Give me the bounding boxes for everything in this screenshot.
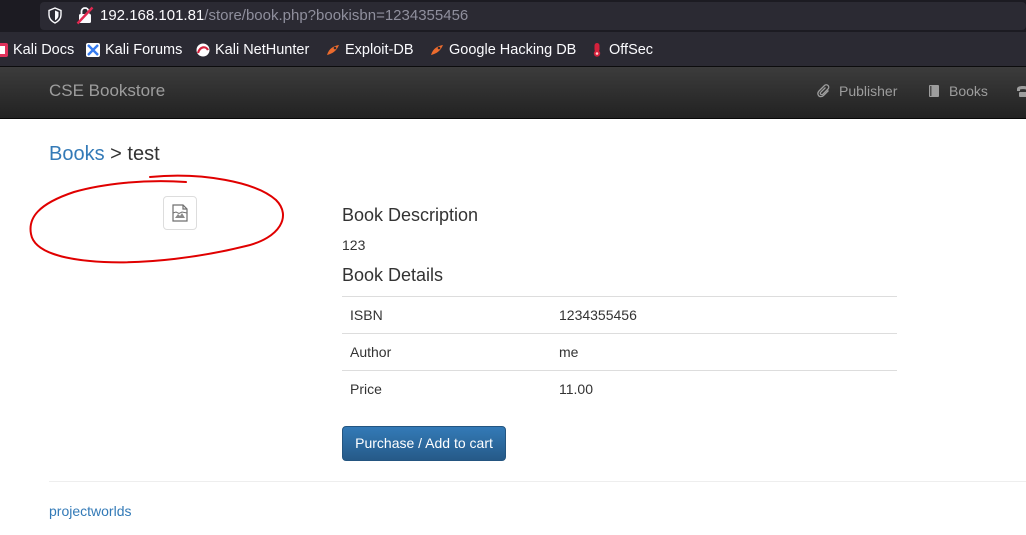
purchase-button[interactable]: Purchase / Add to cart xyxy=(342,426,506,461)
brand-link[interactable]: CSE Bookstore xyxy=(49,81,165,101)
paperclip-icon xyxy=(817,84,830,98)
tracking-shield-icon[interactable] xyxy=(48,7,62,24)
kali-nethunter-icon xyxy=(196,43,210,57)
bookmarks-toolbar: Kali Docs Kali Forums Kali NetHunter Exp… xyxy=(0,32,1026,67)
details-table: ISBN 1234355456 Author me Price 11.00 xyxy=(342,296,897,408)
detail-value-isbn: 1234355456 xyxy=(551,296,897,334)
detail-label-author: Author xyxy=(342,333,551,371)
table-row: ISBN 1234355456 xyxy=(342,296,897,334)
insecure-lock-icon[interactable] xyxy=(76,6,94,25)
browser-toolbar: 192.168.101.81/store/book.php?bookisbn=1… xyxy=(0,0,1026,32)
breadcrumb-books-link[interactable]: Books xyxy=(49,143,105,165)
exploit-db-icon xyxy=(327,45,339,55)
book-icon xyxy=(929,85,939,97)
detail-value-author: me xyxy=(551,333,897,371)
bookmark-label: Kali Docs xyxy=(13,42,75,58)
offsec-icon xyxy=(593,43,601,57)
table-row: Author me xyxy=(342,333,897,371)
site-navbar: CSE Bookstore Publisher Books xyxy=(0,67,1026,119)
description-heading: Book Description xyxy=(342,205,479,225)
breadcrumb: Books > test xyxy=(49,141,160,167)
table-row: Price 11.00 xyxy=(342,370,897,408)
bookmark-label: Kali NetHunter xyxy=(215,42,310,58)
nav-label: Publisher xyxy=(839,83,898,99)
url-path: /store/book.php?bookisbn=1234355456 xyxy=(204,7,469,24)
detail-label-isbn: ISBN xyxy=(342,296,551,334)
red-annotation-circle xyxy=(29,174,284,264)
book-image xyxy=(163,196,197,230)
url-host: 192.168.101.81 xyxy=(100,7,205,24)
detail-value-price: 11.00 xyxy=(551,370,897,408)
details-heading: Book Details xyxy=(342,265,444,285)
bookmark-label: Exploit-DB xyxy=(345,42,414,58)
bookmark-label: OffSec xyxy=(609,42,654,58)
broken-image-icon xyxy=(172,204,188,222)
footer-projectworlds-link[interactable]: projectworlds xyxy=(49,502,131,520)
kali-forums-icon xyxy=(86,43,100,57)
breadcrumb-current: test xyxy=(127,143,160,165)
google-hacking-db-icon xyxy=(431,45,443,55)
url-text[interactable]: 192.168.101.81/store/book.php?bookisbn=1… xyxy=(100,6,468,26)
breadcrumb-separator: > xyxy=(104,143,128,165)
footer-divider xyxy=(49,481,1026,482)
description-text: 123 xyxy=(342,237,366,253)
bookmark-label: Kali Forums xyxy=(105,42,183,58)
kali-docs-icon xyxy=(0,43,8,57)
detail-label-price: Price xyxy=(342,370,551,408)
bookmark-label: Google Hacking DB xyxy=(449,42,577,58)
nav-label: Books xyxy=(949,83,988,99)
phone-icon[interactable] xyxy=(1016,84,1026,98)
